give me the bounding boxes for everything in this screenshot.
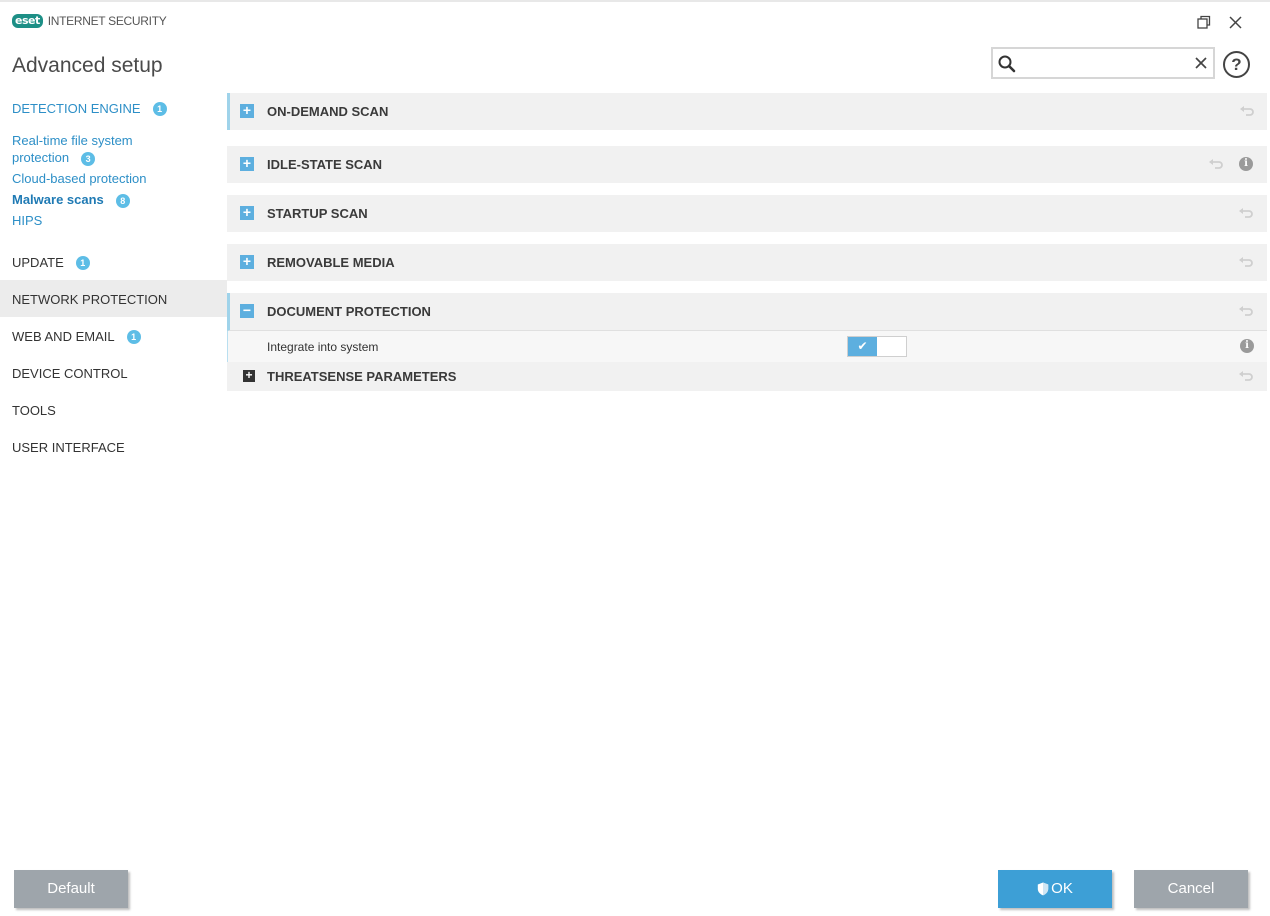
restore-window-button[interactable] (1194, 13, 1214, 33)
sidebar-item-label: NETWORK PROTECTION (12, 292, 168, 307)
section-title: REMOVABLE MEDIA (267, 255, 395, 270)
brand: eset INTERNET SECURITY (12, 14, 167, 28)
section-title: THREATSENSE PARAMETERS (267, 369, 457, 384)
setting-label: Integrate into system (267, 340, 379, 354)
revert-icon[interactable] (1239, 369, 1254, 384)
info-icon[interactable]: i (1240, 339, 1254, 353)
sidebar-item-label: DETECTION ENGINE (12, 101, 141, 116)
notification-badge: 1 (152, 101, 167, 116)
default-button[interactable]: Default (14, 870, 128, 908)
expand-icon[interactable]: + (240, 205, 254, 220)
ok-button[interactable]: OK (998, 870, 1112, 908)
help-icon[interactable]: ? (1223, 51, 1250, 78)
window-top-border (0, 0, 1270, 2)
integrate-toggle-switch[interactable]: ✔ (847, 336, 907, 357)
sidebar-item-label-cont: protection (12, 150, 70, 165)
restore-icon (1197, 15, 1211, 29)
expand-icon[interactable]: + (240, 103, 254, 118)
eset-logo: eset (12, 14, 43, 28)
section-idle-state-scan[interactable]: + IDLE-STATE SCAN i (227, 146, 1267, 183)
section-document-protection[interactable]: − DOCUMENT PROTECTION (227, 293, 1267, 331)
revert-icon[interactable] (1239, 206, 1254, 221)
sidebar-item-device-control[interactable]: DEVICE CONTROL (12, 366, 128, 381)
revert-icon[interactable] (1239, 304, 1254, 319)
collapse-icon[interactable]: − (240, 303, 254, 318)
sidebar-item-update[interactable]: UPDATE 1 (12, 255, 90, 270)
close-icon (1229, 16, 1242, 29)
cancel-button[interactable]: Cancel (1134, 870, 1248, 908)
sidebar-item-label: DEVICE CONTROL (12, 366, 128, 381)
expand-icon[interactable]: + (240, 156, 254, 171)
sidebar-item-label: TOOLS (12, 403, 56, 418)
ok-button-label: OK (1051, 880, 1073, 897)
close-window-button[interactable] (1226, 13, 1246, 33)
section-threatsense-parameters[interactable]: + THREATSENSE PARAMETERS (227, 362, 1267, 391)
sidebar-item-label: HIPS (12, 213, 43, 228)
sidebar-item-tools[interactable]: TOOLS (12, 403, 56, 418)
section-removable-media[interactable]: + REMOVABLE MEDIA (227, 244, 1267, 281)
section-title: DOCUMENT PROTECTION (267, 304, 431, 319)
checkmark-icon: ✔ (848, 337, 877, 356)
sidebar-item-label: USER INTERFACE (12, 440, 125, 455)
section-title: IDLE-STATE SCAN (267, 157, 383, 172)
notification-badge: 3 (81, 151, 96, 166)
notification-badge: 1 (126, 329, 141, 344)
clear-search-icon[interactable] (1192, 54, 1210, 72)
info-icon[interactable]: i (1239, 157, 1253, 171)
shield-icon (1037, 882, 1049, 896)
sidebar-item-realtime-protection[interactable]: Real-time file system protection 3 (12, 132, 133, 166)
revert-icon[interactable] (1240, 104, 1255, 119)
sidebar-item-label: UPDATE (12, 255, 64, 270)
notification-badge: 8 (115, 193, 130, 208)
section-startup-scan[interactable]: + STARTUP SCAN (227, 195, 1267, 232)
revert-icon[interactable] (1209, 157, 1224, 172)
sidebar-item-label: Malware scans (12, 192, 104, 207)
expand-icon[interactable]: + (243, 369, 255, 382)
product-name: INTERNET SECURITY (47, 14, 167, 28)
sidebar-item-cloud-protection[interactable]: Cloud-based protection (12, 170, 146, 187)
expand-icon[interactable]: + (240, 254, 254, 269)
sidebar-item-malware-scans[interactable]: Malware scans 8 (12, 191, 130, 208)
sidebar-item-network-protection[interactable]: NETWORK PROTECTION (12, 292, 167, 307)
section-title: STARTUP SCAN (267, 206, 368, 221)
sidebar-item-hips[interactable]: HIPS (12, 212, 42, 229)
search-box[interactable] (991, 47, 1215, 79)
sidebar-item-web-and-email[interactable]: WEB AND EMAIL 1 (12, 329, 141, 344)
search-input[interactable] (1021, 51, 1187, 75)
sidebar-item-label: Cloud-based protection (12, 171, 147, 186)
revert-icon[interactable] (1239, 255, 1254, 270)
section-title: ON-DEMAND SCAN (267, 104, 389, 119)
sidebar-item-label: WEB AND EMAIL (12, 329, 115, 344)
notification-badge: 1 (75, 255, 90, 270)
search-icon (998, 55, 1016, 73)
sidebar-item-detection-engine[interactable]: DETECTION ENGINE 1 (12, 101, 167, 116)
setting-integrate-into-system: Integrate into system ✔ i (227, 331, 1267, 362)
sidebar-item-label: Real-time file system (12, 133, 133, 148)
section-on-demand-scan[interactable]: + ON-DEMAND SCAN (227, 93, 1267, 130)
page-title: Advanced setup (12, 54, 163, 77)
sidebar-item-user-interface[interactable]: USER INTERFACE (12, 440, 125, 455)
